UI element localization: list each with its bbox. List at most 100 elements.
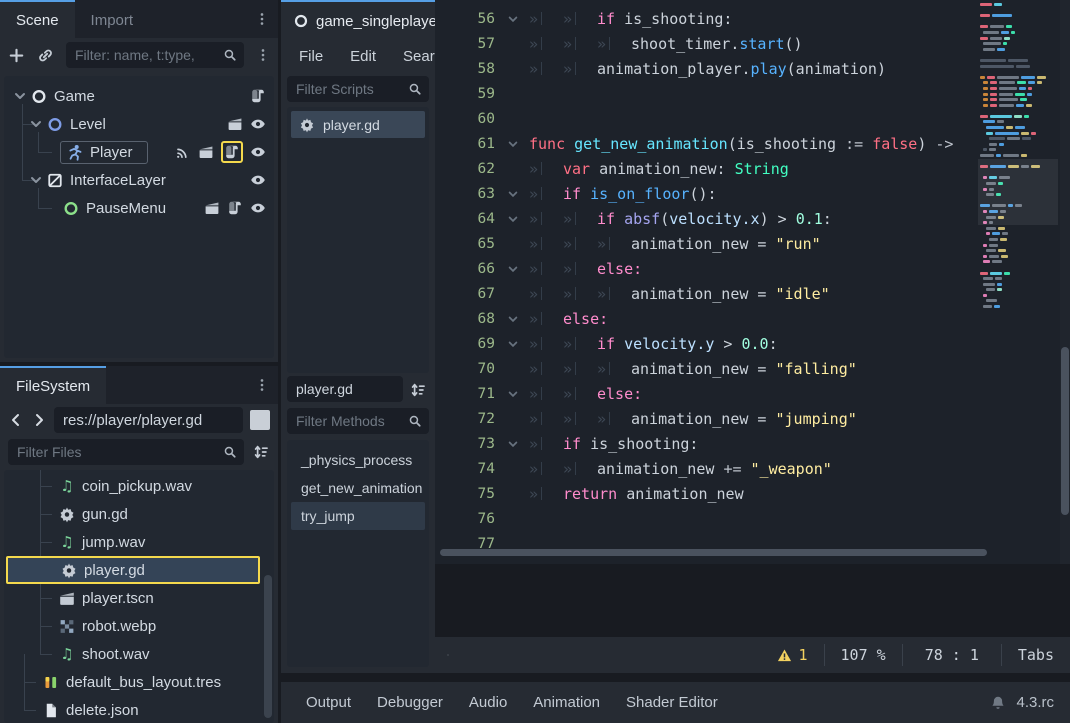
eye-icon[interactable] <box>250 116 266 132</box>
eye-icon[interactable] <box>250 200 266 216</box>
file-item-coin_pickup.wav[interactable]: ♫coin_pickup.wav <box>4 472 274 500</box>
indent-mode[interactable]: Tabs <box>1002 637 1070 673</box>
code-line-62[interactable]: 62»var animation_new: String <box>435 156 975 181</box>
expand-arrow-icon[interactable] <box>12 88 28 104</box>
scene-node-level[interactable]: Level <box>4 110 274 138</box>
cursor-position[interactable]: 78 : 1 <box>903 637 1001 673</box>
file-item-robot.webp[interactable]: robot.webp <box>4 612 274 640</box>
code-line-67[interactable]: 67»»»animation_new = "idle" <box>435 281 975 306</box>
nav-back-button[interactable] <box>8 412 24 428</box>
script-icon[interactable] <box>250 88 266 104</box>
code-line-56[interactable]: 56»»if is_shooting: <box>435 6 975 31</box>
code-line-71[interactable]: 71»»else: <box>435 381 975 406</box>
code-line-65[interactable]: 65»»»animation_new = "run" <box>435 231 975 256</box>
fold-arrow-icon[interactable] <box>507 13 529 25</box>
file-tree-scrollbar[interactable] <box>264 575 272 718</box>
code-line-63[interactable]: 63»if is_on_floor(): <box>435 181 975 206</box>
notification-bell-icon[interactable] <box>990 695 1006 711</box>
script-path-field[interactable] <box>287 376 403 402</box>
code-line-70[interactable]: 70»»»animation_new = "falling" <box>435 356 975 381</box>
warnings-indicator[interactable]: 1 <box>761 637 824 673</box>
eye-icon[interactable] <box>250 144 266 160</box>
fold-arrow-icon[interactable] <box>507 263 529 275</box>
fold-arrow-icon[interactable] <box>507 188 529 200</box>
scene-dock-menu-button[interactable] <box>252 9 272 29</box>
scene-node-game[interactable]: Game <box>4 82 274 110</box>
tab-filesystem[interactable]: FileSystem <box>0 366 106 404</box>
selected-node-outline[interactable]: Player <box>60 141 148 164</box>
instantiate-scene-button[interactable] <box>37 47 54 64</box>
scene-filter-input[interactable] <box>66 42 244 68</box>
minimap-viewport[interactable] <box>978 159 1058 225</box>
bottom-tab-animation[interactable]: Animation <box>520 688 613 717</box>
toggle-scripts-panel-button[interactable] <box>435 648 449 662</box>
fold-arrow-icon[interactable] <box>507 438 529 450</box>
code-editor[interactable]: 56»»if is_shooting:57»»»shoot_timer.star… <box>435 0 1070 564</box>
code-line-73[interactable]: 73»if is_shooting: <box>435 431 975 456</box>
scene-node-player[interactable]: Player <box>4 138 274 166</box>
signal-icon[interactable] <box>175 144 191 160</box>
menu-file[interactable]: File <box>299 48 323 65</box>
code-line-59[interactable]: 59 <box>435 81 975 106</box>
code-minimap[interactable] <box>978 3 1058 553</box>
code-line-57[interactable]: 57»»»shoot_timer.start() <box>435 31 975 56</box>
movie-icon[interactable] <box>204 200 220 216</box>
code-line-69[interactable]: 69»»if velocity.y > 0.0: <box>435 331 975 356</box>
code-line-61[interactable]: 61func get_new_animation(is_shooting := … <box>435 131 975 156</box>
bottom-tab-debugger[interactable]: Debugger <box>364 688 456 717</box>
bottom-tab-output[interactable]: Output <box>293 688 364 717</box>
tab-scene[interactable]: Scene <box>0 0 75 38</box>
eye-icon[interactable] <box>250 172 266 188</box>
expand-arrow-icon[interactable] <box>28 172 44 188</box>
scene-node-interfacelayer[interactable]: InterfaceLayer <box>4 166 274 194</box>
code-line-60[interactable]: 60 <box>435 106 975 131</box>
expand-arrow-icon[interactable] <box>28 116 44 132</box>
file-sort-button[interactable] <box>252 443 270 461</box>
script-icon[interactable] <box>227 200 243 216</box>
fold-arrow-icon[interactable] <box>507 338 529 350</box>
horizontal-scrollbar-thumb[interactable] <box>440 549 987 556</box>
version-label[interactable]: 4.3.rc <box>1016 694 1058 711</box>
file-item-default_bus_layout.tres[interactable]: default_bus_layout.tres <box>4 668 274 696</box>
fold-arrow-icon[interactable] <box>507 213 529 225</box>
file-item-player.gd[interactable]: player.gd <box>6 556 260 584</box>
code-line-74[interactable]: 74»»animation_new += "_weapon" <box>435 456 975 481</box>
file-item-gun.gd[interactable]: gun.gd <box>4 500 274 528</box>
code-line-75[interactable]: 75»return animation_new <box>435 481 975 506</box>
fold-arrow-icon[interactable] <box>507 138 529 150</box>
filesystem-menu-button[interactable] <box>252 375 272 395</box>
code-line-66[interactable]: 66»»else: <box>435 256 975 281</box>
file-item-player.tscn[interactable]: player.tscn <box>4 584 274 612</box>
method-item-get_new_animation[interactable]: get_new_animation <box>291 474 425 502</box>
menu-edit[interactable]: Edit <box>350 48 376 65</box>
file-item-delete.json[interactable]: delete.json <box>4 696 274 723</box>
filter-files-input[interactable] <box>8 439 244 465</box>
method-item-try_jump[interactable]: try_jump <box>291 502 425 530</box>
movie-icon[interactable] <box>198 144 214 160</box>
fold-arrow-icon[interactable] <box>507 388 529 400</box>
script-icon[interactable] <box>224 144 240 160</box>
code-line-76[interactable]: 76 <box>435 506 975 531</box>
script-item-player.gd[interactable]: player.gd <box>291 111 425 138</box>
bottom-tab-audio[interactable]: Audio <box>456 688 520 717</box>
code-line-72[interactable]: 72»»»animation_new = "jumping" <box>435 406 975 431</box>
code-line-64[interactable]: 64»»if absf(velocity.x) > 0.1: <box>435 206 975 231</box>
file-item-shoot.wav[interactable]: ♫shoot.wav <box>4 640 274 668</box>
fold-arrow-icon[interactable] <box>507 313 529 325</box>
horizontal-scrollbar[interactable] <box>435 547 1058 558</box>
scene-node-pausemenu[interactable]: PauseMenu <box>4 194 274 222</box>
movie-icon[interactable] <box>227 116 243 132</box>
method-sort-button[interactable] <box>409 381 427 399</box>
toggle-split-mode-button[interactable] <box>250 410 270 430</box>
zoom-indicator[interactable]: 107 % <box>825 637 902 673</box>
vertical-scrollbar[interactable] <box>1060 0 1070 564</box>
tab-import[interactable]: Import <box>75 0 150 38</box>
vertical-scrollbar-thumb[interactable] <box>1061 347 1069 515</box>
code-line-68[interactable]: 68»else: <box>435 306 975 331</box>
code-line-58[interactable]: 58»»animation_player.play(animation) <box>435 56 975 81</box>
filesystem-path-field[interactable] <box>54 407 243 433</box>
file-item-jump.wav[interactable]: ♫jump.wav <box>4 528 274 556</box>
nav-forward-button[interactable] <box>31 412 47 428</box>
add-node-button[interactable] <box>8 47 25 64</box>
scene-tree-options-button[interactable] <box>256 48 270 62</box>
